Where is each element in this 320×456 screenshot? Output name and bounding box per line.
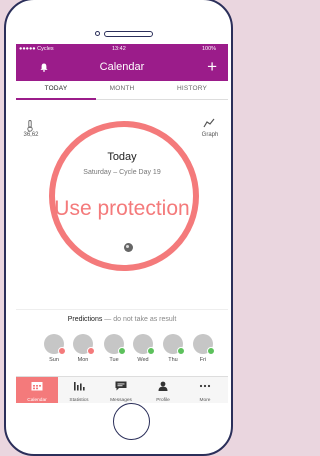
day-badge (58, 347, 66, 355)
day-badge (177, 347, 185, 355)
day-indicator (133, 334, 155, 355)
nav-label: More (199, 398, 211, 403)
day-fri[interactable]: Fri (191, 334, 215, 363)
day-indicator (104, 334, 126, 355)
today-title: Today (107, 151, 137, 163)
clock: 13:42 (112, 46, 126, 52)
camera (95, 31, 100, 36)
nav-label: Statistics (69, 398, 89, 403)
predictions-title: Predictions (67, 316, 103, 323)
tab-underline (16, 98, 96, 100)
day-mon[interactable]: Mon (71, 334, 95, 363)
day-indicator (193, 334, 215, 355)
nav-profile[interactable]: Profile (142, 377, 184, 403)
day-sun[interactable]: Sun (42, 334, 66, 363)
day-label: Thu (168, 357, 178, 363)
day-label: Tue (109, 357, 119, 363)
carrier: ●●●●● Cycles (19, 46, 54, 52)
cycle-day-subtitle: Saturday – Cycle Day 19 (83, 169, 161, 176)
nav-label: Profile (156, 398, 170, 403)
divider (16, 309, 228, 310)
day-thu[interactable]: Thu (161, 334, 185, 363)
profile-icon (158, 381, 168, 391)
nav-label: Messages (110, 398, 132, 403)
nav-bar: Calendar + (16, 55, 228, 81)
messages-icon (115, 381, 127, 391)
day-tue[interactable]: Tue (102, 334, 126, 363)
day-indicator (73, 334, 95, 355)
thermometer-icon[interactable] (18, 120, 42, 132)
day-indicator (44, 334, 66, 355)
day-badge (118, 347, 126, 355)
day-badge (207, 347, 215, 355)
more-icon (199, 384, 211, 388)
nav-statistics[interactable]: Statistics (58, 377, 100, 403)
tab-bar: TODAY MONTH HISTORY (16, 81, 228, 100)
status-bar: ●●●●● Cycles 13:42 100% (16, 44, 228, 55)
status-dot-icon[interactable] (124, 243, 133, 252)
app-screen: ●●●●● Cycles 13:42 100% Calendar + TODAY… (16, 44, 228, 403)
day-badge (147, 347, 155, 355)
day-label: Fri (199, 357, 207, 363)
day-wed[interactable]: Wed (131, 334, 155, 363)
graph-icon[interactable] (199, 118, 219, 128)
page-title: Calendar (99, 61, 145, 73)
battery: 100% (202, 46, 217, 52)
predictions-heading: Predictions — do not take as result (16, 316, 228, 323)
add-button[interactable]: + (207, 57, 217, 77)
day-label: Sun (49, 357, 59, 363)
nav-more[interactable]: More (184, 377, 226, 403)
day-label: Wed (137, 357, 149, 363)
nav-calendar[interactable]: Calendar (16, 377, 58, 403)
day-badge (87, 347, 95, 355)
calendar-icon (31, 382, 43, 391)
statistics-icon (74, 382, 85, 391)
predictions-note: — do not take as result (104, 316, 177, 323)
speaker (104, 31, 153, 37)
day-indicator (163, 334, 185, 355)
home-button[interactable] (113, 403, 150, 440)
tab-month[interactable]: MONTH (92, 85, 152, 92)
status-text: Use protection (54, 197, 190, 220)
graph-label[interactable]: Graph (198, 132, 222, 138)
nav-label: Calendar (27, 398, 47, 403)
tab-today[interactable]: TODAY (26, 85, 86, 92)
bottom-nav: Calendar Statistics Messages Profile Mor… (16, 376, 228, 403)
nav-messages[interactable]: Messages (100, 377, 142, 403)
temperature-value: 36,62 (23, 132, 39, 138)
tab-history[interactable]: HISTORY (162, 85, 222, 92)
day-label: Mon (77, 357, 89, 363)
